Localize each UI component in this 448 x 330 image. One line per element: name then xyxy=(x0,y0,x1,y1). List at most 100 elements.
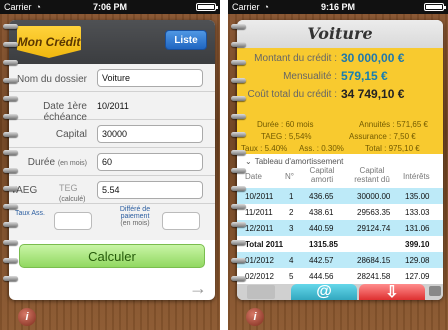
header-date: Date xyxy=(245,172,262,181)
row-capital-restant: 28684.15 xyxy=(357,256,391,265)
row-capital-amorti: 444.56 xyxy=(309,272,334,281)
total-summary: Total : 975,10 € xyxy=(365,144,420,153)
table-row[interactable]: Total 2011 1315.85 399.10 xyxy=(237,236,443,252)
row-date: 10/2011 xyxy=(245,192,274,201)
loan-form: Nom du dossier Voiture Date 1ère échéanc… xyxy=(9,64,215,240)
info-icon[interactable]: i xyxy=(246,308,264,326)
row-date: 01/2012 xyxy=(245,256,274,265)
battery-icon xyxy=(424,3,446,11)
amortization-title-text: Tableau d'amortissement xyxy=(254,156,344,166)
email-tab[interactable]: @ xyxy=(291,283,357,300)
total-cost-value: 34 749,10 € xyxy=(341,87,405,101)
list-button[interactable]: Liste xyxy=(165,30,207,50)
result-paper: Voiture Montant du crédit : 30 000,00 € M… xyxy=(237,20,443,300)
row-capital-restant: 29563.35 xyxy=(357,208,391,217)
row-interets: 131.06 xyxy=(405,224,430,233)
header-interets: Intérêts xyxy=(403,172,430,181)
row-date: 02/2012 xyxy=(245,272,274,281)
loan-summary: Montant du crédit : 30 000,00 € Mensualit… xyxy=(237,48,443,154)
teg-sub: (calculé) xyxy=(59,196,86,203)
monthly-label: Mensualité : xyxy=(283,70,337,82)
spiral-binding xyxy=(3,24,19,294)
insurance-summary: Assurance : 7,50 € xyxy=(349,132,416,141)
ass-summary: Ass. : 0.30% xyxy=(299,144,344,153)
status-bar: Carrier ◔ 9:16 PM xyxy=(228,0,448,14)
status-bar: Carrier ◔ 7:06 PM xyxy=(0,0,220,14)
duration-label: Durée (en mois) xyxy=(9,157,91,168)
teg-label-text: TEG xyxy=(59,183,78,193)
right-phone-screen: Carrier ◔ 9:16 PM Voiture Montant du cré… xyxy=(228,0,448,330)
next-arrow-icon[interactable]: → xyxy=(189,278,207,299)
row-interets: 135.00 xyxy=(405,192,430,201)
file-title: Voiture xyxy=(237,20,443,48)
rate-summary: Taux : 5.40% xyxy=(241,144,288,153)
payment-delay-label: Différé de paiement (en mois) xyxy=(112,206,158,227)
payment-delay-text: Différé de paiement xyxy=(119,206,151,220)
taux-input[interactable] xyxy=(54,212,92,230)
date-row: Date 1ère échéance 10/2011 xyxy=(9,92,215,123)
duration-summary: Durée : 60 mois xyxy=(257,120,314,129)
row-number: 5 xyxy=(289,272,294,281)
info-icon[interactable]: i xyxy=(18,308,36,326)
capital-row: Capital 30000 xyxy=(9,120,215,148)
monthly-value: 579,15 € xyxy=(341,69,388,83)
row-number: 3 xyxy=(289,224,294,233)
table-row[interactable]: 02/2012 5 444.56 28241.58 127.09 xyxy=(237,268,443,284)
row-interets: 133.03 xyxy=(405,208,430,217)
print-icon[interactable] xyxy=(429,286,441,296)
header-number: N° xyxy=(285,172,294,181)
name-row: Nom du dossier Voiture xyxy=(9,64,215,92)
time-label: 7:06 PM xyxy=(92,2,127,12)
table-row[interactable]: 11/2011 2 438.61 29563.35 133.03 xyxy=(237,204,443,220)
name-label: Nom du dossier xyxy=(16,74,87,85)
screenshot-pair: Carrier ◔ 7:06 PM Mon Crédit Liste Nom d… xyxy=(0,0,448,330)
download-tab[interactable]: ⇩ xyxy=(359,284,425,300)
row-capital-amorti: 1315.85 xyxy=(309,240,338,249)
app-logo: Mon Crédit xyxy=(17,26,81,58)
table-row[interactable]: 01/2012 4 442.57 28684.15 129.08 xyxy=(237,252,443,268)
row-interets: 399.10 xyxy=(405,240,430,249)
duration-label-text: Durée xyxy=(27,157,56,168)
taeg-input[interactable]: 5.54 xyxy=(97,181,203,199)
back-arrow-icon[interactable] xyxy=(247,285,275,299)
row-number: 4 xyxy=(289,256,294,265)
credit-amount-label: Montant du crédit : xyxy=(254,52,337,64)
header-capital-amorti: Capital amorti xyxy=(309,166,335,184)
row-number: 2 xyxy=(289,208,294,217)
row-number: 1 xyxy=(289,192,294,201)
total-cost-label: Coût total du crédit : xyxy=(247,88,338,100)
spiral-binding xyxy=(231,24,247,294)
table-row[interactable]: 12/2011 3 440.59 29124.74 131.06 xyxy=(237,220,443,236)
row-capital-restant: 30000.00 xyxy=(357,192,391,201)
taeg-row: TAEG TEG (calculé) 5.54 xyxy=(9,176,215,204)
duration-input[interactable]: 60 xyxy=(97,153,203,171)
row-capital-amorti: 442.57 xyxy=(309,256,334,265)
name-input[interactable]: Voiture xyxy=(97,69,203,87)
table-row[interactable]: 10/2011 1 436.65 30000.00 135.00 xyxy=(237,188,443,204)
table-header: Date N° Capital amorti Capital restant d… xyxy=(237,166,443,188)
header-capital-restant: Capital restant dû xyxy=(354,166,390,184)
time-label: 9:16 PM xyxy=(320,2,355,12)
taeg-summary: TAEG : 5,54% xyxy=(261,132,312,141)
insurance-row: Taux Ass. Différé de paiement (en mois) xyxy=(9,204,215,240)
date-value[interactable]: 10/2011 xyxy=(97,101,129,111)
row-date: 12/2011 xyxy=(245,224,274,233)
summary-details: Durée : 60 mois Annuités : 571,65 € TAEG… xyxy=(237,118,443,154)
app-toolbar: Mon Crédit Liste xyxy=(9,20,215,64)
payment-delay-sub: (en mois) xyxy=(120,220,150,227)
annuities-summary: Annuités : 571,65 € xyxy=(359,120,428,129)
amortization-title: ⌄ Tableau d'amortissement xyxy=(237,154,443,168)
row-capital-amorti: 438.61 xyxy=(309,208,334,217)
capital-label: Capital xyxy=(55,129,87,140)
left-phone-screen: Carrier ◔ 7:06 PM Mon Crédit Liste Nom d… xyxy=(0,0,220,330)
amortization-table: Date N° Capital amorti Capital restant d… xyxy=(237,166,443,284)
duration-row: Durée (en mois) 60 xyxy=(9,148,215,176)
row-capital-amorti: 440.59 xyxy=(309,224,334,233)
bottom-toolbar: @ ⇩ xyxy=(237,283,443,300)
form-paper: Mon Crédit Liste Nom du dossier Voiture … xyxy=(9,20,215,300)
payment-delay-input[interactable] xyxy=(162,212,200,230)
calculate-button[interactable]: Calculer xyxy=(19,244,205,268)
row-interets: 127.09 xyxy=(405,272,430,281)
capital-input[interactable]: 30000 xyxy=(97,125,203,143)
row-date: Total 2011 xyxy=(245,240,284,249)
